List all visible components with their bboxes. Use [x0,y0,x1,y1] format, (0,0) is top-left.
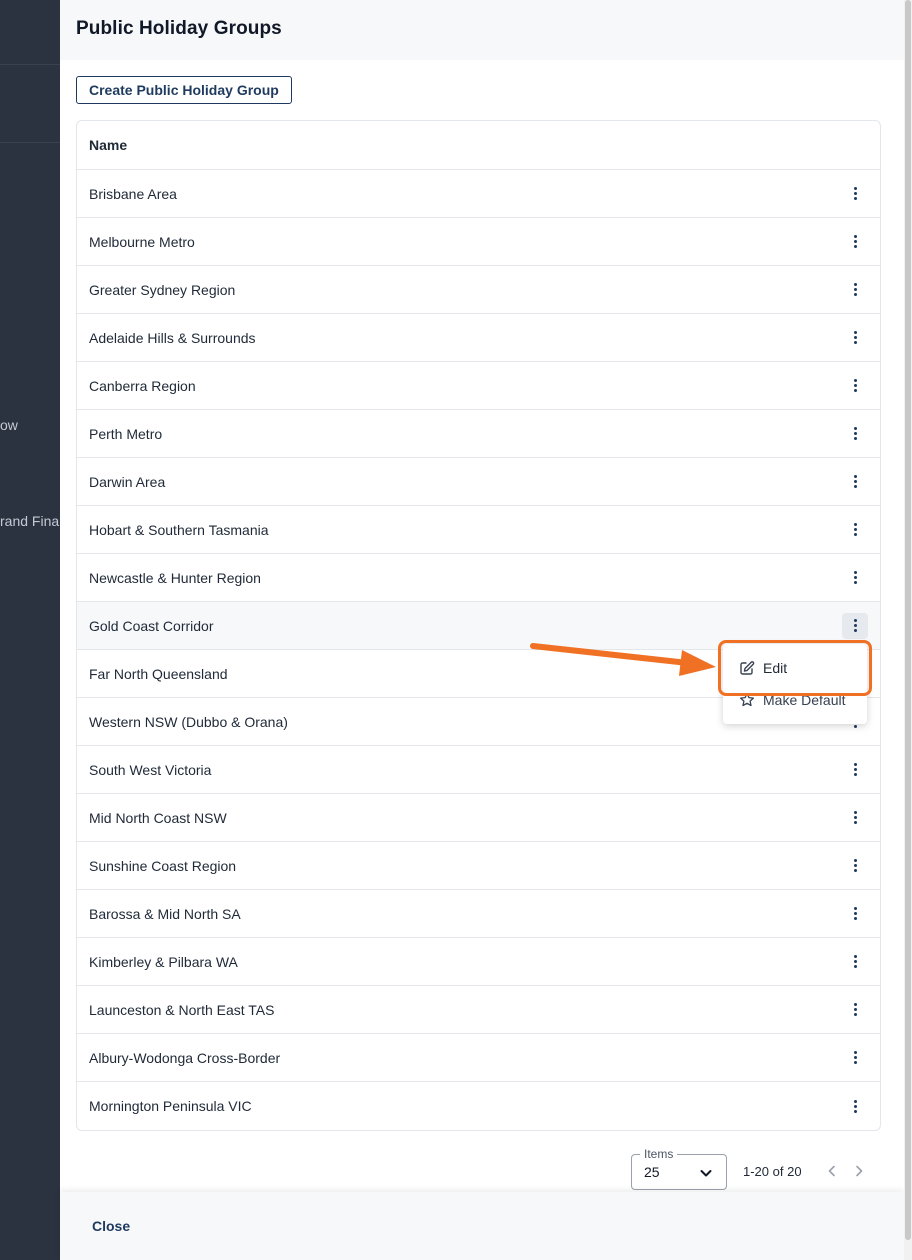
kebab-menu-icon[interactable] [842,517,868,543]
holiday-group-name: Gold Coast Corridor [89,617,214,634]
table-row[interactable]: Hobart & Southern Tasmania [77,506,880,554]
table-row[interactable]: Adelaide Hills & Surrounds [77,314,880,362]
kebab-menu-icon[interactable] [842,277,868,303]
backdrop-text-fragment: ow [0,417,18,433]
kebab-menu-icon[interactable] [842,901,868,927]
table-row[interactable]: Albury-Wodonga Cross-Border [77,1034,880,1082]
kebab-menu-icon[interactable] [842,181,868,207]
table-row[interactable]: Darwin Area [77,458,880,506]
holiday-group-name: Albury-Wodonga Cross-Border [89,1049,281,1066]
holiday-group-name: Kimberley & Pilbara WA [89,953,238,970]
public-holiday-groups-dialog: Public Holiday Groups Create Public Holi… [60,0,912,1260]
table-row[interactable]: South West Victoria [77,746,880,794]
pagination: Items 25 1-20 of 20 [630,1146,870,1192]
annotation-arrow [530,643,716,676]
table-row[interactable]: Newcastle & Hunter Region [77,554,880,602]
scrollbar-thumb[interactable] [905,0,911,1240]
annotation-highlight-box [718,640,872,696]
kebab-menu-icon[interactable] [842,565,868,591]
table-header: Name [77,121,880,170]
holiday-group-name: Adelaide Hills & Surrounds [89,329,256,346]
table-row[interactable]: Mornington Peninsula VIC [77,1082,880,1130]
dialog-title: Public Holiday Groups [76,18,282,39]
holiday-group-name: Barossa & Mid North SA [89,905,241,922]
holiday-group-name: Hobart & Southern Tasmania [89,521,269,538]
items-per-page-value: 25 [644,1164,660,1180]
holiday-group-name: Western NSW (Dubbo & Orana) [89,713,288,730]
items-per-page-select[interactable]: Items 25 [631,1147,727,1190]
holiday-group-name: South West Victoria [89,761,212,778]
table-row[interactable]: Melbourne Metro [77,218,880,266]
dialog-header: Public Holiday Groups [60,0,912,60]
holiday-group-name: Greater Sydney Region [89,281,236,298]
kebab-menu-icon[interactable] [842,373,868,399]
holiday-group-name: Launceston & North East TAS [89,1001,275,1018]
holiday-group-name: Far North Queensland [89,665,228,682]
holiday-group-name: Perth Metro [89,425,163,442]
pagination-range: 1-20 of 20 [743,1164,802,1179]
kebab-menu-icon[interactable] [842,949,868,975]
column-header-name[interactable]: Name [89,137,127,153]
holiday-group-name: Sunshine Coast Region [89,857,237,874]
table-row[interactable]: Greater Sydney Region [77,266,880,314]
backdrop-divider [0,142,60,143]
kebab-menu-icon[interactable] [842,325,868,351]
dialog-footer: Close [60,1192,904,1260]
kebab-menu-icon[interactable] [842,229,868,255]
scrollbar[interactable] [904,0,912,1260]
table-row[interactable]: Launceston & North East TAS [77,986,880,1034]
holiday-group-name: Brisbane Area [89,185,177,202]
holiday-group-name: Mid North Coast NSW [89,809,227,826]
close-button[interactable]: Close [92,1218,130,1234]
page-backdrop: ow rand Fina [0,0,60,1260]
chevron-right-icon[interactable] [852,1163,866,1179]
items-per-page-label: Items [640,1147,678,1161]
table-row[interactable]: Kimberley & Pilbara WA [77,938,880,986]
kebab-menu-icon[interactable] [842,469,868,495]
kebab-menu-icon[interactable] [842,853,868,879]
holiday-group-name: Newcastle & Hunter Region [89,569,261,586]
table-row[interactable]: Sunshine Coast Region [77,842,880,890]
backdrop-text-fragment: rand Fina [0,513,60,529]
chevron-down-icon [698,1165,714,1181]
holiday-group-name: Melbourne Metro [89,233,195,250]
table-row[interactable]: Barossa & Mid North SA [77,890,880,938]
table-row[interactable]: Canberra Region [77,362,880,410]
holiday-group-name: Mornington Peninsula VIC [89,1098,252,1114]
holiday-group-name: Darwin Area [89,473,166,490]
holiday-groups-table: Name Brisbane Area Melbourne Metro Greater… [76,120,881,1131]
create-public-holiday-group-button[interactable]: Create Public Holiday Group [76,76,292,104]
kebab-menu-icon[interactable] [842,997,868,1023]
table-row[interactable]: Mid North Coast NSW [77,794,880,842]
backdrop-divider [0,64,60,65]
holiday-group-name: Canberra Region [89,377,196,394]
kebab-menu-icon[interactable] [842,612,868,639]
kebab-menu-icon[interactable] [842,1093,868,1119]
chevron-left-icon[interactable] [825,1163,839,1179]
kebab-menu-icon[interactable] [842,1045,868,1071]
kebab-menu-icon[interactable] [842,421,868,447]
kebab-menu-icon[interactable] [842,805,868,831]
table-row[interactable]: Brisbane Area [77,170,880,218]
table-row[interactable]: Perth Metro [77,410,880,458]
kebab-menu-icon[interactable] [842,757,868,783]
